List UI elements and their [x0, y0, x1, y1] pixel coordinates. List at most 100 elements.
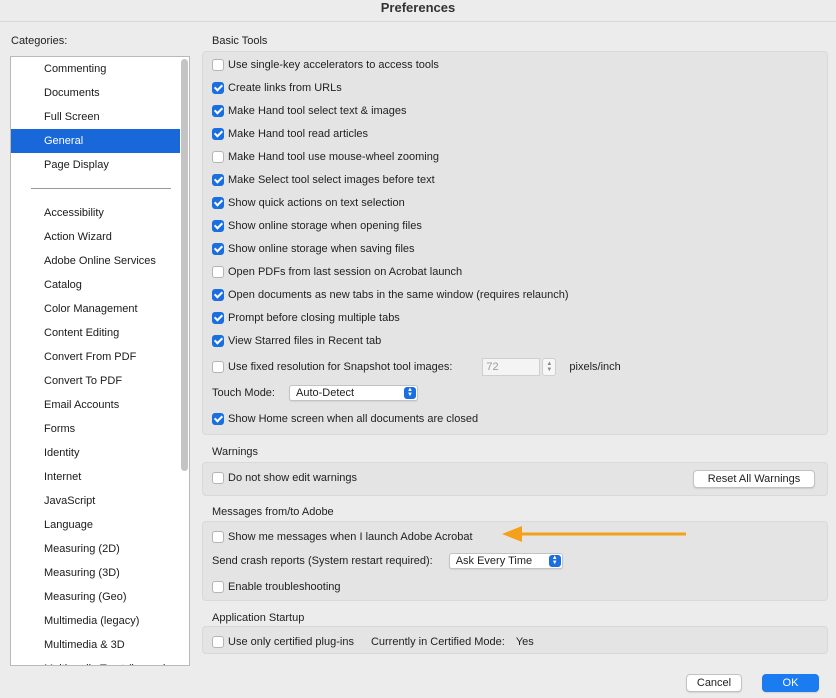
messages-title: Messages from/to Adobe [212, 506, 334, 518]
basic-tool-option: Open documents as new tabs in the same w… [212, 286, 569, 304]
category-item[interactable]: Convert To PDF [11, 369, 180, 393]
basic-tool-label: Show online storage when saving files [228, 243, 415, 255]
certified-row: Use only certified plug-ins Currently in… [212, 633, 534, 651]
snapshot-resolution-label: Use fixed resolution for Snapshot tool i… [228, 361, 453, 373]
edit-warnings-checkbox[interactable] [212, 472, 224, 484]
home-screen-row: Show Home screen when all documents are … [212, 410, 478, 428]
basic-tools-title: Basic Tools [212, 35, 268, 47]
basic-tool-option: Make Hand tool select text & images [212, 102, 407, 120]
snapshot-resolution-input[interactable]: 72 [482, 358, 541, 376]
category-item[interactable]: Multimedia (legacy) [11, 609, 180, 633]
category-item[interactable]: Adobe Online Services [11, 249, 180, 273]
basic-tool-checkbox[interactable] [212, 312, 224, 324]
category-item[interactable]: Action Wizard [11, 225, 180, 249]
category-item[interactable]: Page Display [11, 153, 180, 177]
basic-tool-checkbox[interactable] [212, 266, 224, 278]
basic-tool-checkbox[interactable] [212, 243, 224, 255]
category-item[interactable]: Full Screen [11, 105, 180, 129]
basic-tool-label: Make Hand tool read articles [228, 128, 369, 140]
annotation-arrow-icon [502, 526, 686, 542]
basic-tool-label: Create links from URLs [228, 82, 342, 94]
startup-title: Application Startup [212, 612, 305, 624]
touch-mode-select[interactable]: Auto-Detect ▲ ▼ [288, 385, 418, 401]
category-item[interactable]: Content Editing [11, 321, 180, 345]
touch-mode-label: Touch Mode: [212, 387, 275, 399]
categories-label: Categories: [11, 35, 68, 47]
ok-button[interactable]: OK [762, 674, 819, 692]
basic-tool-checkbox[interactable] [212, 289, 224, 301]
category-item[interactable]: Measuring (3D) [11, 561, 180, 585]
touch-mode-row: Touch Mode: Auto-Detect ▲ ▼ [212, 384, 418, 402]
snapshot-unit-label: pixels/inch [569, 361, 621, 373]
basic-tool-checkbox[interactable] [212, 59, 224, 71]
show-messages-label: Show me messages when I launch Adobe Acr… [228, 531, 473, 543]
crash-reports-label: Send crash reports (System restart requi… [212, 555, 433, 567]
troubleshooting-checkbox[interactable] [212, 581, 224, 593]
basic-tool-option: Create links from URLs [212, 79, 342, 97]
snapshot-resolution-checkbox[interactable] [212, 361, 224, 373]
category-item[interactable]: Measuring (Geo) [11, 585, 180, 609]
basic-tool-checkbox[interactable] [212, 335, 224, 347]
basic-tool-checkbox[interactable] [212, 82, 224, 94]
edit-warnings-label: Do not show edit warnings [228, 472, 358, 484]
category-item[interactable]: JavaScript [11, 489, 180, 513]
category-item[interactable]: Forms [11, 417, 180, 441]
basic-tool-option: Prompt before closing multiple tabs [212, 309, 400, 327]
category-item[interactable]: Identity [11, 441, 180, 465]
category-item[interactable]: Accessibility [11, 201, 180, 225]
show-messages-row: Show me messages when I launch Adobe Acr… [212, 528, 473, 546]
basic-tool-label: Make Hand tool select text & images [228, 105, 407, 117]
edit-warnings-row: Do not show edit warnings [212, 469, 357, 487]
basic-tool-option: Use single-key accelerators to access to… [212, 56, 439, 74]
reset-warnings-button[interactable]: Reset All Warnings [693, 470, 815, 488]
category-item[interactable]: Multimedia Trust (legacy) [11, 657, 180, 665]
basic-tool-label: Make Hand tool use mouse-wheel zooming [228, 151, 439, 163]
basic-tool-option: Open PDFs from last session on Acrobat l… [212, 263, 462, 281]
category-item[interactable]: Language [11, 513, 180, 537]
cancel-button[interactable]: Cancel [686, 674, 742, 692]
basic-tool-checkbox[interactable] [212, 105, 224, 117]
category-item[interactable]: Convert From PDF [11, 345, 180, 369]
category-item[interactable]: Color Management [11, 297, 180, 321]
category-item[interactable]: Multimedia & 3D [11, 633, 180, 657]
basic-tool-label: Show online storage when opening files [228, 220, 422, 232]
snapshot-resolution-stepper[interactable]: ▲ ▼ [542, 358, 557, 376]
home-screen-label: Show Home screen when all documents are … [228, 413, 479, 425]
certified-mode-value: Yes [515, 636, 534, 648]
certified-plugins-label: Use only certified plug-ins [228, 636, 354, 648]
category-item[interactable]: Email Accounts [11, 393, 180, 417]
basic-tool-checkbox[interactable] [212, 174, 224, 186]
basic-tool-label: Make Select tool select images before te… [228, 174, 435, 186]
category-item[interactable]: General [11, 129, 180, 153]
show-messages-checkbox[interactable] [212, 531, 224, 543]
troubleshooting-label: Enable troubleshooting [228, 581, 341, 593]
crash-reports-select[interactable]: Ask Every Time ▲ ▼ [448, 553, 563, 569]
basic-tool-checkbox[interactable] [212, 128, 224, 140]
basic-tool-label: Open PDFs from last session on Acrobat l… [228, 266, 463, 278]
snapshot-resolution-row: Use fixed resolution for Snapshot tool i… [212, 358, 621, 376]
crash-reports-row: Send crash reports (System restart requi… [212, 552, 563, 570]
basic-tool-checkbox[interactable] [212, 151, 224, 163]
category-item[interactable]: Documents [11, 81, 180, 105]
crash-reports-value: Ask Every Time [455, 555, 533, 567]
category-item[interactable]: Measuring (2D) [11, 537, 180, 561]
basic-tool-label: View Starred files in Recent tab [228, 335, 382, 347]
basic-tool-label: Use single-key accelerators to access to… [228, 59, 439, 71]
basic-tool-label: Prompt before closing multiple tabs [228, 312, 400, 324]
touch-mode-value: Auto-Detect [295, 387, 355, 399]
basic-tool-option: Show quick actions on text selection [212, 194, 405, 212]
certified-plugins-checkbox[interactable] [212, 636, 224, 648]
basic-tool-checkbox[interactable] [212, 220, 224, 232]
category-separator [11, 177, 189, 201]
warnings-title: Warnings [212, 446, 259, 458]
category-item[interactable]: Catalog [11, 273, 180, 297]
categories-scrollbar[interactable] [181, 59, 188, 471]
window-title: Preferences [0, 0, 836, 22]
home-screen-checkbox[interactable] [212, 413, 224, 425]
basic-tool-checkbox[interactable] [212, 197, 224, 209]
category-item[interactable]: Commenting [11, 57, 180, 81]
basic-tool-option: Show online storage when saving files [212, 240, 415, 258]
basic-tool-option: Show online storage when opening files [212, 217, 422, 235]
categories-list[interactable]: Commenting Documents Full Screen General Pag… [10, 56, 190, 666]
category-item[interactable]: Internet [11, 465, 180, 489]
